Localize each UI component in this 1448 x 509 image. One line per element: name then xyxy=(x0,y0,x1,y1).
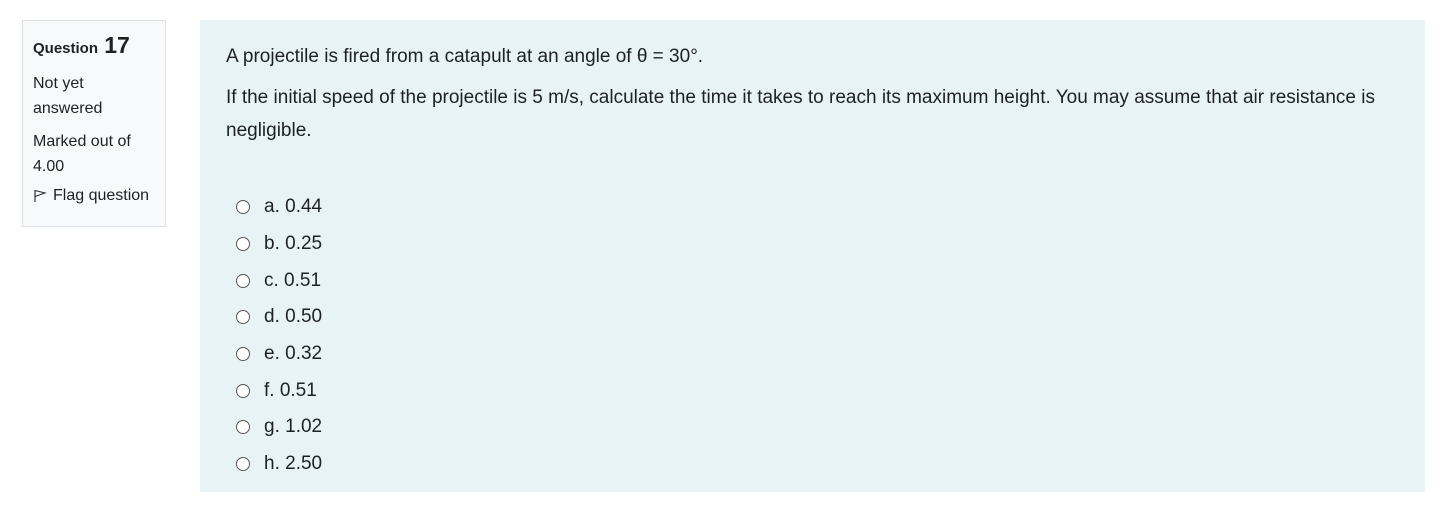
radio-unchecked-icon[interactable] xyxy=(236,237,250,252)
answer-option-g[interactable]: g. 1.02 xyxy=(236,409,1399,446)
radio-unchecked-icon[interactable] xyxy=(236,273,250,288)
radio-unchecked-icon[interactable] xyxy=(236,200,250,215)
answer-list: a. 0.44 b. 0.25 c. 0.51 d. 0.50 e. 0.32 … xyxy=(236,189,1399,483)
answer-label[interactable]: d. 0.50 xyxy=(264,306,322,328)
question-marks: Marked out of 4.00 xyxy=(33,133,131,175)
flag-question-button[interactable]: Flag question xyxy=(33,187,155,205)
flag-icon xyxy=(33,189,47,203)
question-status: Not yet answered xyxy=(33,75,103,117)
radio-unchecked-icon[interactable] xyxy=(236,457,250,472)
answer-option-f[interactable]: f. 0.51 xyxy=(236,372,1399,409)
answer-label[interactable]: e. 0.32 xyxy=(264,343,322,365)
answer-label[interactable]: a. 0.44 xyxy=(264,196,322,218)
question-heading: Question 17 xyxy=(33,31,155,63)
radio-unchecked-icon[interactable] xyxy=(236,310,250,325)
answer-option-h[interactable]: h. 2.50 xyxy=(236,446,1399,483)
answer-label[interactable]: g. 1.02 xyxy=(264,416,322,438)
answer-label[interactable]: f. 0.51 xyxy=(264,380,317,402)
answer-label[interactable]: h. 2.50 xyxy=(264,453,322,475)
question-text-line-2: If the initial speed of the projectile i… xyxy=(226,87,1375,141)
quiz-page: Question 17 Not yet answered Marked out … xyxy=(0,0,1448,509)
radio-unchecked-icon[interactable] xyxy=(236,383,250,398)
radio-unchecked-icon[interactable] xyxy=(236,347,250,362)
flag-question-label: Flag question xyxy=(53,187,150,204)
answer-option-c[interactable]: c. 0.51 xyxy=(236,262,1399,299)
question-content: A projectile is fired from a catapult at… xyxy=(200,20,1425,492)
radio-unchecked-icon[interactable] xyxy=(236,420,250,435)
question-info-panel: Question 17 Not yet answered Marked out … xyxy=(22,20,166,227)
question-number: 17 xyxy=(104,32,130,58)
answer-label[interactable]: c. 0.51 xyxy=(264,270,321,292)
question-label: Question xyxy=(33,40,99,57)
answer-option-e[interactable]: e. 0.32 xyxy=(236,336,1399,373)
answer-option-b[interactable]: b. 0.25 xyxy=(236,226,1399,263)
question-text-line-1: A projectile is fired from a catapult at… xyxy=(226,46,704,67)
answer-label[interactable]: b. 0.25 xyxy=(264,233,322,255)
answer-option-a[interactable]: a. 0.44 xyxy=(236,189,1399,226)
answer-option-d[interactable]: d. 0.50 xyxy=(236,299,1399,336)
question-text: A projectile is fired from a catapult at… xyxy=(226,40,1399,147)
